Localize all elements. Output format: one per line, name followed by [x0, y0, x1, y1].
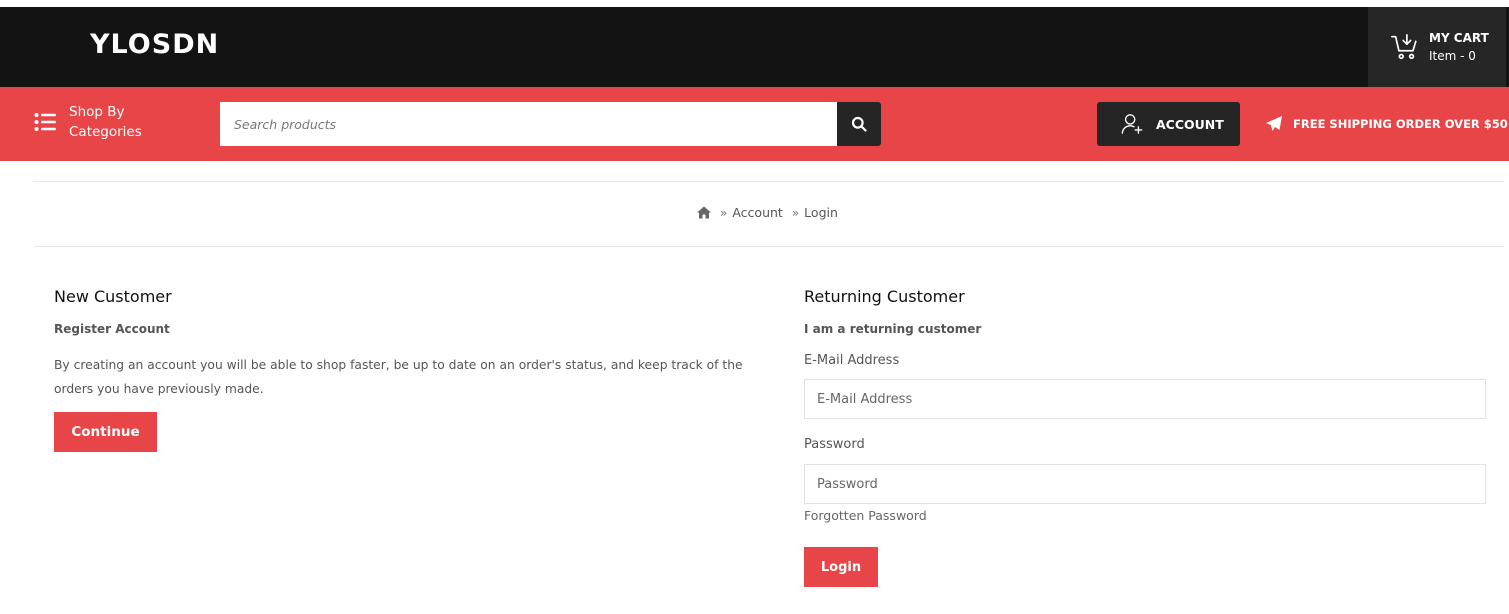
cart-title: MY CART [1429, 31, 1489, 45]
breadcrumb-account[interactable]: Account [732, 205, 782, 220]
shipping-text: FREE SHIPPING ORDER OVER $50 [1293, 117, 1508, 131]
list-icon [34, 113, 56, 131]
account-label: ACCOUNT [1156, 116, 1224, 132]
password-label: Password [804, 437, 865, 452]
breadcrumb-login[interactable]: Login [804, 205, 838, 220]
search-icon [851, 116, 867, 132]
breadcrumb: » Account » Login [697, 205, 847, 220]
cart-icon [1391, 33, 1417, 60]
returning-customer-title: Returning Customer [804, 287, 965, 306]
search-input[interactable] [220, 102, 837, 146]
cart-count: Item - 0 [1429, 49, 1476, 63]
paper-plane-icon [1266, 116, 1282, 131]
new-customer-section: New Customer Register Account By creatin… [54, 287, 754, 401]
nav-bar: Shop By Categories ACCOUNT FREE SHIPPING… [0, 87, 1509, 161]
register-description: By creating an account you will be able … [54, 358, 743, 396]
cart-summary: MY CART Item - 0 [1429, 29, 1489, 65]
returning-customer-subtitle: I am a returning customer [804, 322, 982, 336]
top-header: YLOSDN MY CART Item - 0 [0, 7, 1509, 87]
continue-button[interactable]: Continue [54, 412, 157, 452]
breadcrumb-separator: » [720, 205, 728, 220]
forgotten-password-link[interactable]: Forgotten Password [804, 508, 927, 523]
returning-customer-section: Returning Customer I am a returning cust… [804, 287, 1486, 524]
divider [34, 181, 1504, 182]
email-field[interactable] [804, 379, 1486, 419]
account-button[interactable]: ACCOUNT [1097, 102, 1240, 146]
search-bar [220, 102, 881, 146]
new-customer-title: New Customer [54, 287, 172, 306]
search-button[interactable] [837, 102, 881, 146]
password-field[interactable] [804, 464, 1486, 504]
shop-by-categories-button[interactable]: Shop By Categories [34, 102, 179, 142]
breadcrumb-separator: » [791, 205, 800, 220]
shipping-notice: FREE SHIPPING ORDER OVER $50 [1265, 115, 1508, 133]
site-logo[interactable]: YLOSDN [90, 29, 219, 60]
cart-button[interactable]: MY CART Item - 0 [1368, 7, 1506, 87]
divider [34, 246, 1504, 247]
categories-label: Shop By Categories [69, 104, 142, 140]
home-icon[interactable] [697, 206, 711, 219]
login-button[interactable]: Login [804, 547, 878, 587]
user-add-icon [1121, 114, 1143, 134]
email-label: E-Mail Address [804, 353, 900, 368]
register-account-subtitle: Register Account [54, 322, 170, 336]
